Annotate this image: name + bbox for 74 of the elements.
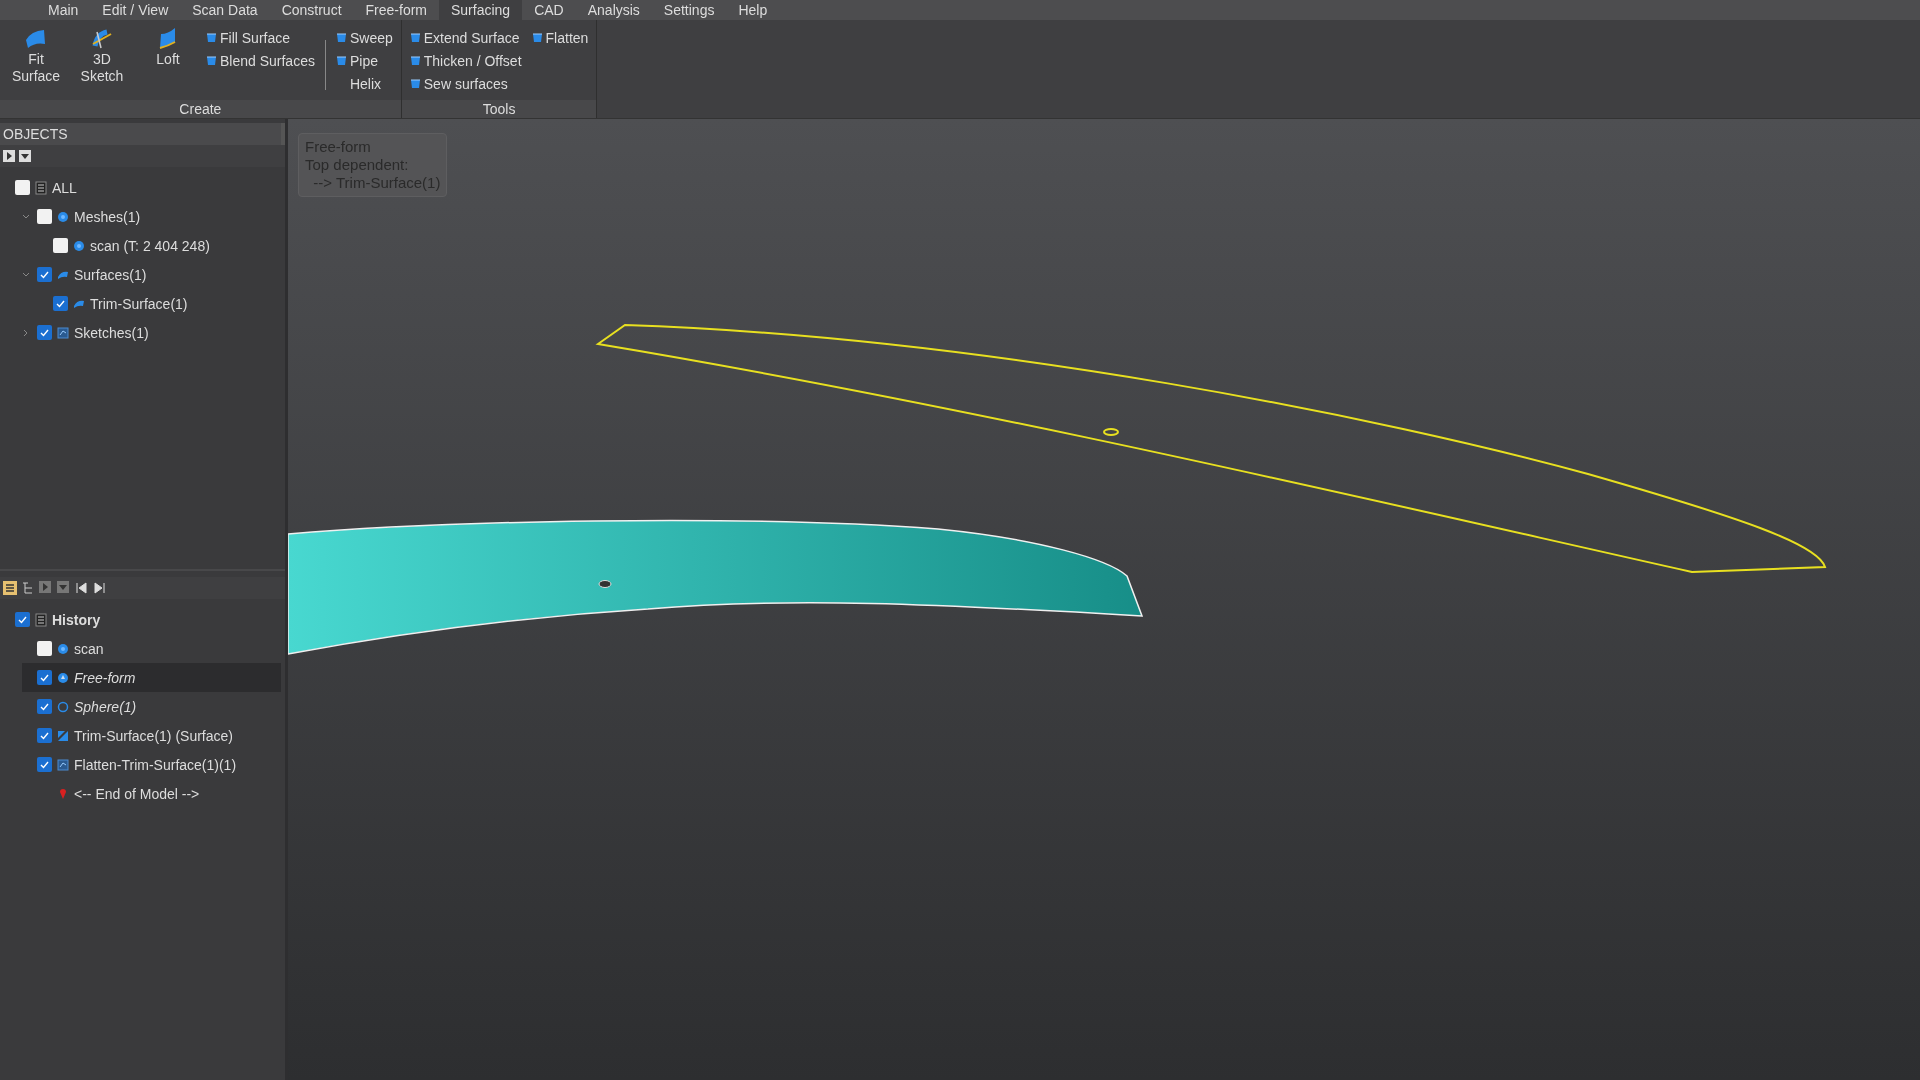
tree-label: Trim-Surface(1) — [90, 294, 188, 313]
checkbox[interactable] — [53, 238, 68, 253]
pin-icon — [57, 786, 69, 801]
tree-label: scan (T: 2 404 248) — [90, 236, 210, 255]
list-icon — [35, 180, 47, 195]
skip-back-icon[interactable] — [75, 581, 89, 595]
sketch-icon — [57, 757, 69, 772]
menu-tab[interactable]: Scan Data — [180, 0, 270, 20]
mesh-icon — [73, 238, 85, 253]
ribbon-button[interactable]: Sweep — [335, 26, 393, 49]
checkbox[interactable] — [37, 670, 52, 685]
history-row[interactable]: Trim-Surface(1) (Surface) — [22, 721, 281, 750]
collapse-all-icon[interactable] — [19, 150, 31, 162]
ribbon-button[interactable]: Fill Surface — [206, 26, 315, 49]
menu-tab[interactable]: Main — [36, 0, 91, 20]
ribbon-button[interactable]: Flatten — [531, 26, 589, 49]
skip-forward-icon[interactable] — [93, 581, 107, 595]
tree-label: Sketches(1) — [74, 323, 149, 342]
menu-tab[interactable]: Edit / View — [90, 0, 181, 20]
ribbon-button[interactable]: 3D Sketch — [74, 26, 130, 85]
trim-icon — [57, 728, 69, 743]
tree-label: <-- End of Model --> — [74, 784, 200, 803]
ribbon-button[interactable]: Pipe — [335, 49, 393, 72]
list-icon — [35, 612, 47, 627]
mesh-icon — [57, 641, 69, 656]
ribbon-button[interactable]: Fit Surface — [8, 26, 64, 85]
freeform-icon — [57, 670, 69, 685]
checkbox[interactable] — [15, 612, 30, 627]
ribbon-button[interactable]: Loft — [140, 26, 196, 68]
tree-label: ALL — [52, 178, 77, 197]
menu-tab[interactable]: Analysis — [575, 0, 652, 20]
checkbox[interactable] — [37, 757, 52, 772]
menu-tab[interactable]: Free-form — [353, 0, 439, 20]
ribbon-button[interactable]: Blend Surfaces — [206, 49, 315, 72]
ribbon-button[interactable]: Extend Surface — [409, 26, 522, 49]
checkbox[interactable] — [37, 267, 52, 282]
menu-tab[interactable]: CAD — [522, 0, 576, 20]
checkbox[interactable] — [15, 180, 30, 195]
tree-label: Free-form — [74, 668, 136, 687]
checkbox[interactable] — [37, 699, 52, 714]
mesh-icon — [57, 209, 69, 224]
tree-label: History — [52, 610, 101, 629]
tree-label: scan — [74, 639, 104, 658]
ribbon-button[interactable]: Helix — [335, 72, 393, 95]
ribbon-button[interactable]: Thicken / Offset — [409, 49, 522, 72]
history-row[interactable]: Flatten-Trim-Surface(1)(1) — [22, 750, 281, 779]
panel-header: OBJECTS — [0, 123, 285, 145]
sketch-icon — [57, 325, 69, 340]
sphere-icon — [57, 699, 69, 714]
tree-label: Sphere(1) — [74, 697, 137, 716]
menu-tab[interactable]: Help — [726, 0, 780, 20]
checkbox[interactable] — [37, 728, 52, 743]
history-row[interactable]: History — [8, 605, 281, 634]
tree-label: Surfaces(1) — [74, 265, 147, 284]
tree-view-icon[interactable] — [21, 581, 35, 595]
tree-label: Trim-Surface(1) (Surface) — [74, 726, 233, 745]
history-row[interactable]: Sphere(1) — [22, 692, 281, 721]
checkbox[interactable] — [37, 641, 52, 656]
checkbox[interactable] — [37, 325, 52, 340]
group-label: Tools — [401, 100, 597, 118]
history-row[interactable]: scan — [22, 634, 281, 663]
history-row[interactable]: Free-form — [22, 663, 281, 692]
tree-label: Flatten-Trim-Surface(1)(1) — [74, 755, 237, 774]
ribbon-button[interactable]: Sew surfaces — [409, 72, 522, 95]
group-label: Create — [0, 100, 401, 118]
tree-label: Meshes(1) — [74, 207, 141, 226]
checkbox[interactable] — [37, 209, 52, 224]
menu-tab[interactable]: Settings — [651, 0, 727, 20]
history-row[interactable]: <-- End of Model --> — [22, 779, 281, 808]
expand-all-icon[interactable] — [3, 150, 15, 162]
checkbox[interactable] — [53, 296, 68, 311]
menu-tab[interactable]: Construct — [269, 0, 354, 20]
list-view-icon[interactable] — [3, 581, 17, 595]
menu-tab[interactable]: Surfacing — [439, 0, 523, 20]
